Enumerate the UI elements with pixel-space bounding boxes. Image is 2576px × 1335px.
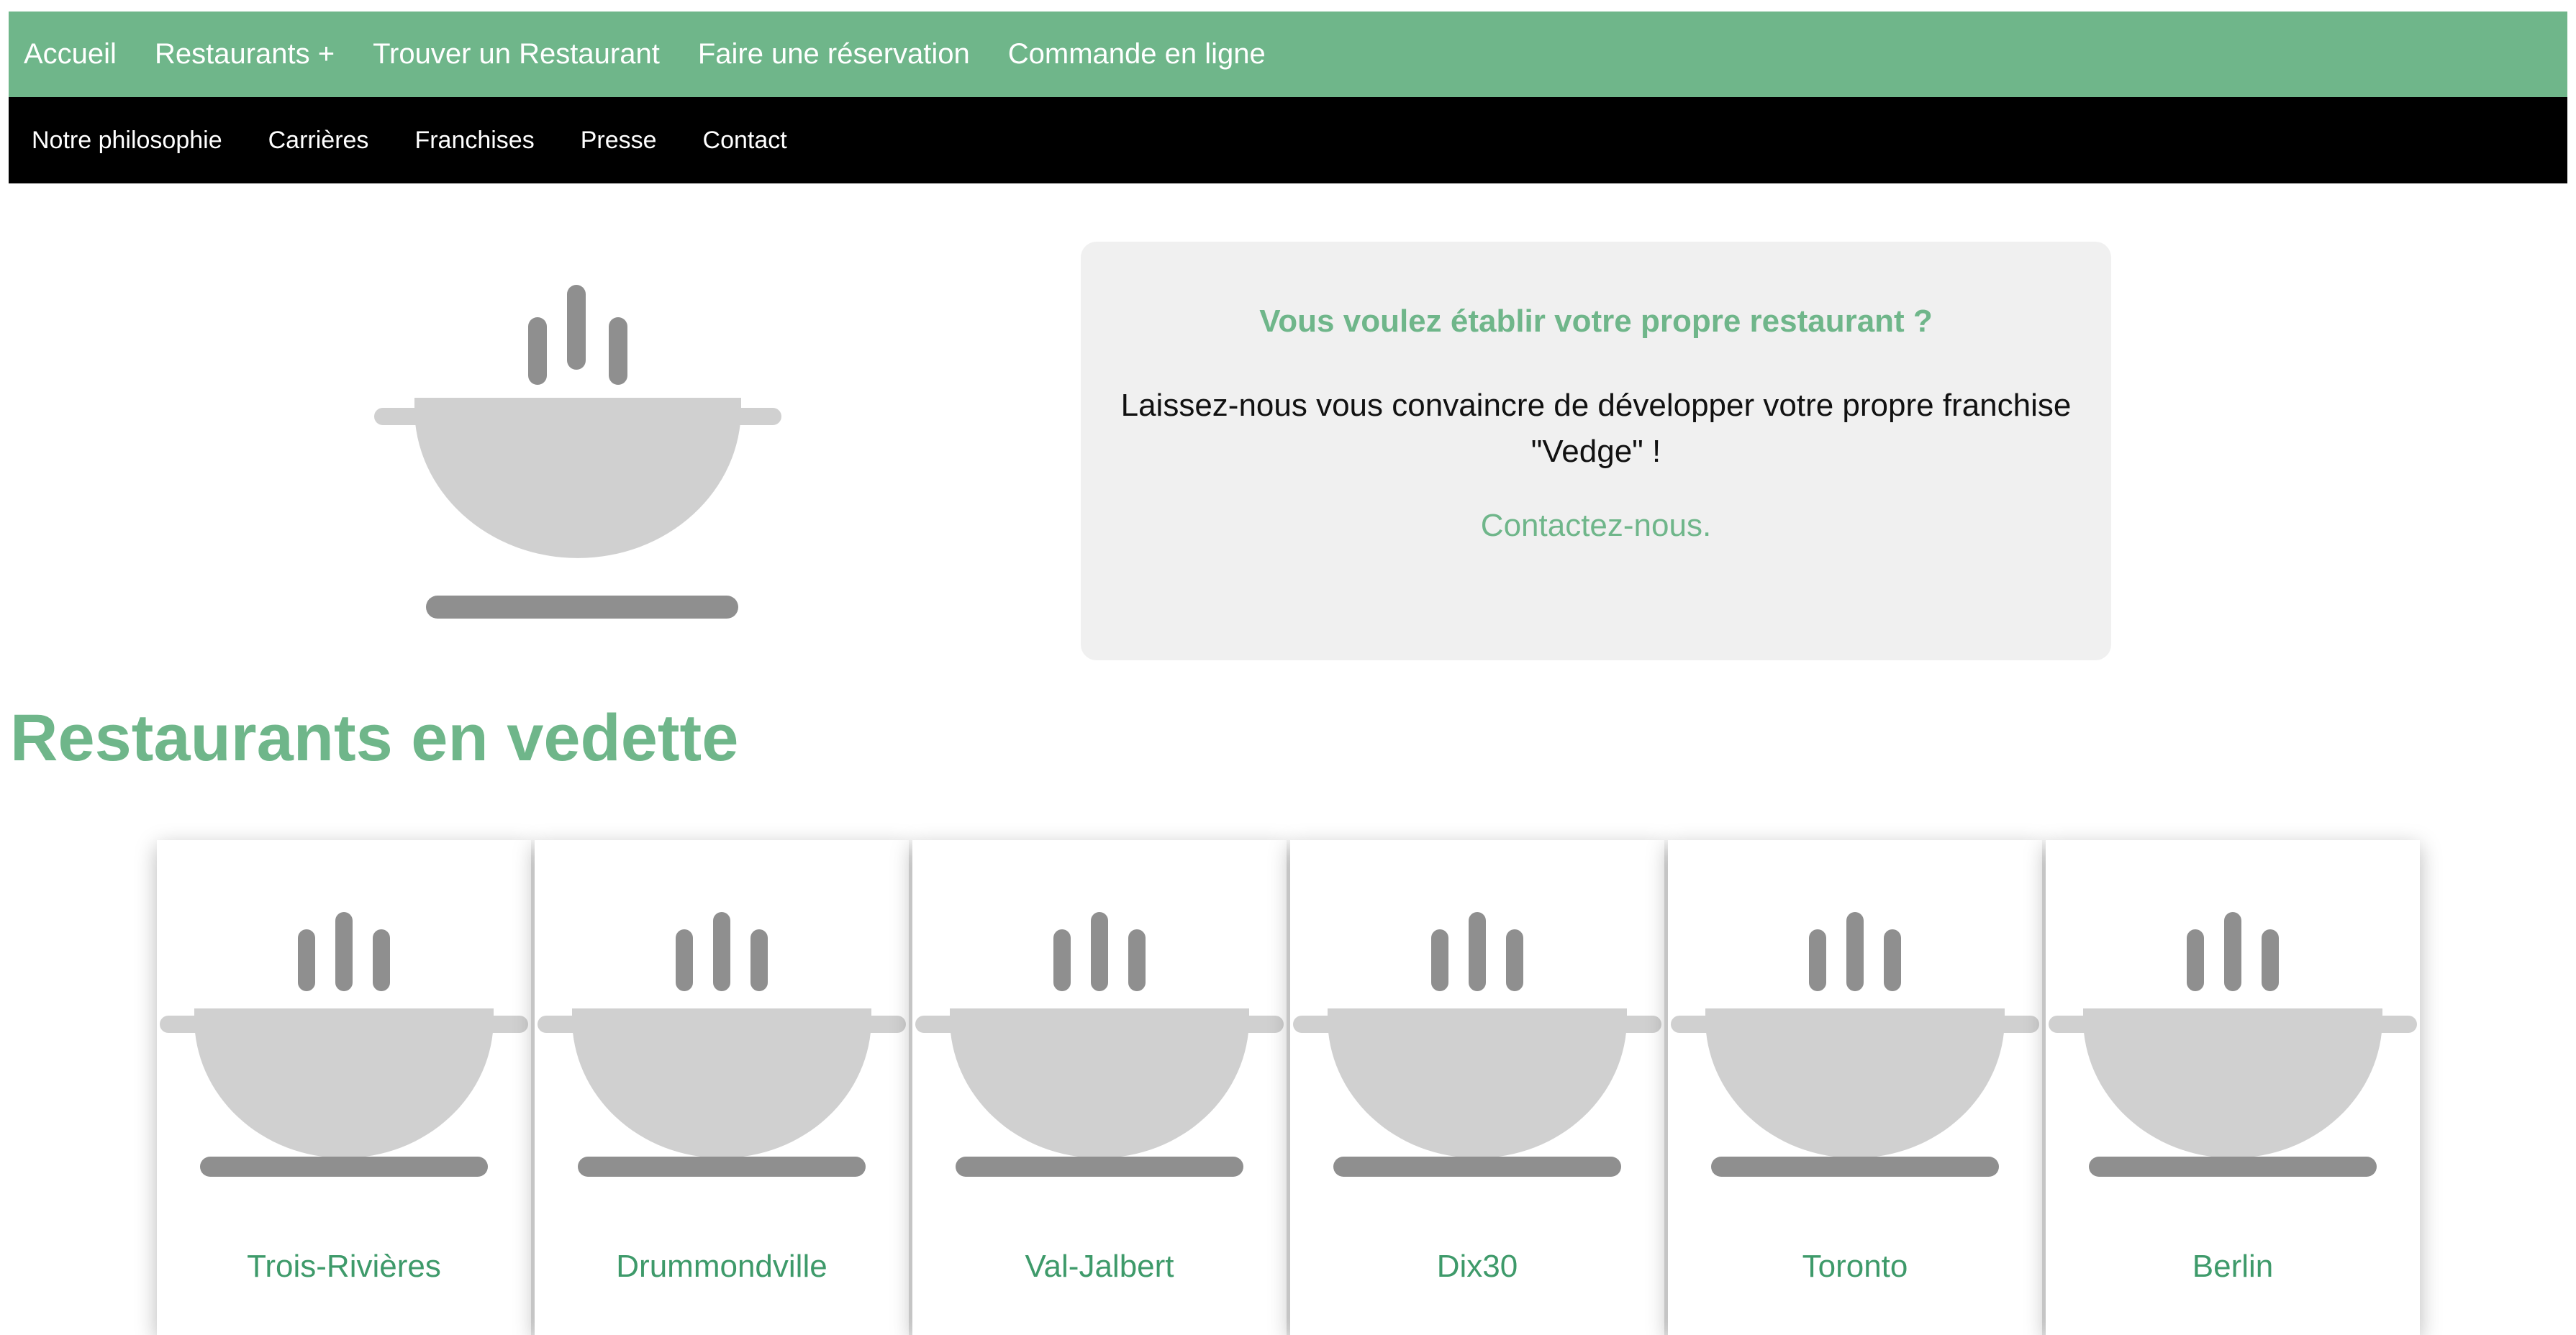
steaming-pot-icon <box>915 912 1284 1177</box>
steaming-pot-icon <box>538 912 906 1177</box>
promo-title: Vous voulez établir votre propre restaur… <box>1259 304 1933 339</box>
steaming-pot-icon <box>374 285 781 619</box>
restaurant-card-berlin[interactable]: Berlin <box>2046 840 2420 1335</box>
secondary-nav: Notre philosophie Carrières Franchises P… <box>9 97 2567 183</box>
nav-item-accueil[interactable]: Accueil <box>24 38 117 70</box>
primary-nav: Accueil Restaurants + Trouver un Restaur… <box>9 12 2567 97</box>
restaurant-image <box>1668 872 2042 1181</box>
steaming-pot-icon <box>160 912 528 1177</box>
restaurant-image <box>912 872 1287 1181</box>
restaurant-name[interactable]: Val-Jalbert <box>912 1249 1287 1285</box>
nav-item-restaurants[interactable]: Restaurants + <box>155 38 335 70</box>
hero-image <box>373 285 783 623</box>
restaurant-name[interactable]: Drummondville <box>535 1249 909 1285</box>
featured-restaurants-heading: Restaurants en vedette <box>10 701 739 775</box>
nav-item-commande-en-ligne[interactable]: Commande en ligne <box>1008 38 1266 70</box>
steaming-pot-icon <box>1671 912 2039 1177</box>
restaurant-image <box>157 872 531 1181</box>
restaurant-card-drummondville[interactable]: Drummondville <box>535 840 909 1335</box>
restaurant-card-trois-rivieres[interactable]: Trois-Rivières <box>157 840 531 1335</box>
page: Accueil Restaurants + Trouver un Restaur… <box>9 12 2567 1335</box>
steaming-pot-icon <box>2049 912 2417 1177</box>
nav-item-franchises[interactable]: Franchises <box>414 127 534 155</box>
nav-item-presse[interactable]: Presse <box>581 127 657 155</box>
restaurant-image <box>2046 872 2420 1181</box>
nav-item-reservation[interactable]: Faire une réservation <box>698 38 970 70</box>
franchise-promo-box: Vous voulez établir votre propre restaur… <box>1081 242 2111 660</box>
nav-item-contact[interactable]: Contact <box>703 127 787 155</box>
restaurant-name[interactable]: Trois-Rivières <box>157 1249 531 1285</box>
contact-us-link[interactable]: Contactez-nous. <box>1081 508 2111 544</box>
restaurant-image <box>1290 872 1664 1181</box>
nav-item-trouver-restaurant[interactable]: Trouver un Restaurant <box>373 38 660 70</box>
restaurant-card-toronto[interactable]: Toronto <box>1668 840 2042 1335</box>
promo-text: Laissez-nous vous convaincre de développ… <box>1120 388 2072 469</box>
nav-item-philosophie[interactable]: Notre philosophie <box>32 127 222 155</box>
restaurant-card-dix30[interactable]: Dix30 <box>1290 840 1664 1335</box>
restaurant-image <box>535 872 909 1181</box>
restaurant-name[interactable]: Toronto <box>1668 1249 2042 1285</box>
steaming-pot-icon <box>1293 912 1661 1177</box>
nav-item-carrieres[interactable]: Carrières <box>268 127 369 155</box>
featured-restaurants-list: Trois-Rivières Drummondville Val-Jalbert… <box>157 840 2423 1335</box>
restaurant-card-val-jalbert[interactable]: Val-Jalbert <box>912 840 1287 1335</box>
restaurant-name[interactable]: Dix30 <box>1290 1249 1664 1285</box>
restaurant-name[interactable]: Berlin <box>2046 1249 2420 1285</box>
